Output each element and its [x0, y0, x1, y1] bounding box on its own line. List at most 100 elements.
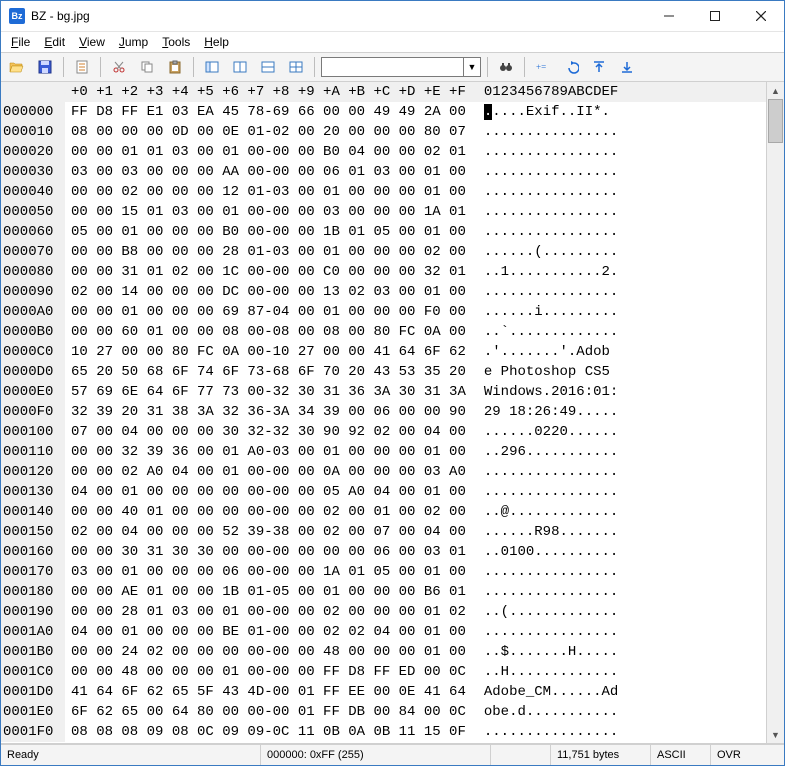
view-split-4-button[interactable]: [284, 55, 308, 79]
hex-ascii[interactable]: ......R98.......: [466, 522, 618, 542]
hex-ascii[interactable]: Windows.2016:01:: [466, 382, 618, 402]
menu-edit[interactable]: Edit: [38, 34, 71, 50]
hex-row[interactable]: 0001E06F 62 65 00 64 80 00 00-00 01 FF D…: [1, 702, 766, 722]
hex-row[interactable]: 0001C000 00 48 00 00 00 01 00-00 00 FF D…: [1, 662, 766, 682]
save-button[interactable]: [33, 55, 57, 79]
hex-ascii[interactable]: ................: [466, 462, 618, 482]
hex-ascii[interactable]: ................: [466, 482, 618, 502]
hex-bytes[interactable]: 00 00 28 01 03 00 01 00-00 00 02 00 00 0…: [65, 602, 466, 622]
hex-bytes[interactable]: 05 00 01 00 00 00 B0 00-00 00 1B 01 05 0…: [65, 222, 466, 242]
hex-row[interactable]: 00012000 00 02 A0 04 00 01 00-00 00 0A 0…: [1, 462, 766, 482]
hex-bytes[interactable]: 00 00 31 01 02 00 1C 00-00 00 C0 00 00 0…: [65, 262, 466, 282]
hex-ascii[interactable]: ..296...........: [466, 442, 618, 462]
hex-view[interactable]: +0 +1 +2 +3 +4 +5 +6 +7 +8 +9 +A +B +C +…: [1, 82, 766, 743]
hex-row[interactable]: 0000D065 20 50 68 6F 74 6F 73-68 6F 70 2…: [1, 362, 766, 382]
hex-bytes[interactable]: 41 64 6F 62 65 5F 43 4D-00 01 FF EE 00 0…: [65, 682, 466, 702]
jump-up-button[interactable]: [587, 55, 611, 79]
vertical-scrollbar[interactable]: ▲ ▼: [766, 82, 784, 743]
hex-row[interactable]: 00010007 00 04 00 00 00 30 32-32 30 90 9…: [1, 422, 766, 442]
hex-bytes[interactable]: 57 69 6E 64 6F 77 73 00-32 30 31 36 3A 3…: [65, 382, 466, 402]
hex-ascii[interactable]: ..$.......H.....: [466, 642, 618, 662]
chevron-down-icon[interactable]: ▼: [463, 58, 480, 76]
hex-ascii[interactable]: ................: [466, 142, 618, 162]
hex-bytes[interactable]: 00 00 02 A0 04 00 01 00-00 00 0A 00 00 0…: [65, 462, 466, 482]
hex-bytes[interactable]: 03 00 03 00 00 00 AA 00-00 00 06 01 03 0…: [65, 162, 466, 182]
hex-bytes[interactable]: 65 20 50 68 6F 74 6F 73-68 6F 70 20 43 5…: [65, 362, 466, 382]
jump-down-button[interactable]: [615, 55, 639, 79]
hex-row[interactable]: 00005000 00 15 01 03 00 01 00-00 00 03 0…: [1, 202, 766, 222]
hex-bytes[interactable]: 00 00 AE 01 00 00 1B 01-05 00 01 00 00 0…: [65, 582, 466, 602]
hex-bytes[interactable]: 00 00 01 01 03 00 01 00-00 00 B0 04 00 0…: [65, 142, 466, 162]
hex-row[interactable]: 0000C010 27 00 00 80 FC 0A 00-10 27 00 0…: [1, 342, 766, 362]
hex-ascii[interactable]: ..0100..........: [466, 542, 618, 562]
hex-ascii[interactable]: obe.d...........: [466, 702, 618, 722]
hex-row[interactable]: 0000A000 00 01 00 00 00 69 87-04 00 01 0…: [1, 302, 766, 322]
hex-bytes[interactable]: 00 00 48 00 00 00 01 00-00 00 FF D8 FF E…: [65, 662, 466, 682]
menu-tools[interactable]: Tools: [156, 34, 196, 50]
hex-ascii[interactable]: ................: [466, 202, 618, 222]
hex-ascii[interactable]: ..1...........2.: [466, 262, 618, 282]
hex-ascii[interactable]: ................: [466, 562, 618, 582]
hex-bytes[interactable]: FF D8 FF E1 03 EA 45 78-69 66 00 00 49 4…: [65, 102, 466, 122]
view-split-h-button[interactable]: [256, 55, 280, 79]
hex-bytes[interactable]: 00 00 02 00 00 00 12 01-03 00 01 00 00 0…: [65, 182, 466, 202]
hex-bytes[interactable]: 03 00 01 00 00 00 06 00-00 00 1A 01 05 0…: [65, 562, 466, 582]
hex-row[interactable]: 0001D041 64 6F 62 65 5F 43 4D-00 01 FF E…: [1, 682, 766, 702]
open-button[interactable]: [5, 55, 29, 79]
cut-button[interactable]: [107, 55, 131, 79]
menu-help[interactable]: Help: [198, 34, 235, 50]
paste-button[interactable]: [163, 55, 187, 79]
hex-row[interactable]: 0001A004 00 01 00 00 00 BE 01-00 00 02 0…: [1, 622, 766, 642]
hex-row[interactable]: 0000E057 69 6E 64 6F 77 73 00-32 30 31 3…: [1, 382, 766, 402]
close-button[interactable]: [738, 1, 784, 31]
hex-bytes[interactable]: 00 00 01 00 00 00 69 87-04 00 01 00 00 0…: [65, 302, 466, 322]
hex-row[interactable]: 00009002 00 14 00 00 00 DC 00-00 00 13 0…: [1, 282, 766, 302]
scroll-up-button[interactable]: ▲: [767, 82, 784, 99]
hex-ascii[interactable]: ..@.............: [466, 502, 618, 522]
hex-bytes[interactable]: 00 00 30 31 30 30 00 00-00 00 00 00 06 0…: [65, 542, 466, 562]
hex-row[interactable]: 00019000 00 28 01 03 00 01 00-00 00 02 0…: [1, 602, 766, 622]
hex-bytes[interactable]: 32 39 20 31 38 3A 32 36-3A 34 39 00 06 0…: [65, 402, 466, 422]
hex-row[interactable]: 00003003 00 03 00 00 00 AA 00-00 00 06 0…: [1, 162, 766, 182]
hex-bytes[interactable]: 00 00 40 01 00 00 00 00-00 00 02 00 01 0…: [65, 502, 466, 522]
hex-row[interactable]: 00008000 00 31 01 02 00 1C 00-00 00 C0 0…: [1, 262, 766, 282]
hex-row[interactable]: 00015002 00 04 00 00 00 52 39-38 00 02 0…: [1, 522, 766, 542]
hex-row[interactable]: 00001008 00 00 00 0D 00 0E 01-02 00 20 0…: [1, 122, 766, 142]
hex-ascii[interactable]: ................: [466, 182, 618, 202]
hex-bytes[interactable]: 04 00 01 00 00 00 BE 01-00 00 02 02 04 0…: [65, 622, 466, 642]
copy-button[interactable]: [135, 55, 159, 79]
properties-button[interactable]: [70, 55, 94, 79]
hex-row[interactable]: 00007000 00 B8 00 00 00 28 01-03 00 01 0…: [1, 242, 766, 262]
hex-ascii[interactable]: e Photoshop CS5: [466, 362, 618, 382]
hex-bytes[interactable]: 07 00 04 00 00 00 30 32-32 30 90 92 02 0…: [65, 422, 466, 442]
hex-row[interactable]: 0001B000 00 24 02 00 00 00 00-00 00 48 0…: [1, 642, 766, 662]
hex-bytes[interactable]: 08 00 00 00 0D 00 0E 01-02 00 20 00 00 0…: [65, 122, 466, 142]
hex-ascii[interactable]: ................: [466, 222, 618, 242]
hex-bytes[interactable]: 02 00 14 00 00 00 DC 00-00 00 13 02 03 0…: [65, 282, 466, 302]
hex-row[interactable]: 0001F008 08 08 09 08 0C 09 09-0C 11 0B 0…: [1, 722, 766, 742]
hex-ascii[interactable]: ..H.............: [466, 662, 618, 682]
menu-view[interactable]: View: [73, 34, 111, 50]
hex-row[interactable]: 00016000 00 30 31 30 30 00 00-00 00 00 0…: [1, 542, 766, 562]
hex-ascii[interactable]: ................: [466, 122, 618, 142]
hex-ascii[interactable]: ................: [466, 582, 618, 602]
hex-bytes[interactable]: 00 00 B8 00 00 00 28 01-03 00 01 00 00 0…: [65, 242, 466, 262]
hex-row[interactable]: 00006005 00 01 00 00 00 B0 00-00 00 1B 0…: [1, 222, 766, 242]
hex-bytes[interactable]: 00 00 32 39 36 00 01 A0-03 00 01 00 00 0…: [65, 442, 466, 462]
menu-jump[interactable]: Jump: [113, 34, 154, 50]
hex-row[interactable]: 00018000 00 AE 01 00 00 1B 01-05 00 01 0…: [1, 582, 766, 602]
jump-to-button[interactable]: +=: [531, 55, 555, 79]
hex-bytes[interactable]: 00 00 15 01 03 00 01 00-00 00 03 00 00 0…: [65, 202, 466, 222]
find-button[interactable]: [494, 55, 518, 79]
view-split-v-button[interactable]: [228, 55, 252, 79]
hex-row[interactable]: 00011000 00 32 39 36 00 01 A0-03 00 01 0…: [1, 442, 766, 462]
hex-ascii[interactable]: 29 18:26:49.....: [466, 402, 618, 422]
hex-ascii[interactable]: ......i.........: [466, 302, 618, 322]
view-single-button[interactable]: [200, 55, 224, 79]
hex-row[interactable]: 00014000 00 40 01 00 00 00 00-00 00 02 0…: [1, 502, 766, 522]
hex-ascii[interactable]: ................: [466, 622, 618, 642]
hex-bytes[interactable]: 10 27 00 00 80 FC 0A 00-10 27 00 00 41 6…: [65, 342, 466, 362]
hex-row[interactable]: 00002000 00 01 01 03 00 01 00-00 00 B0 0…: [1, 142, 766, 162]
hex-row[interactable]: 00017003 00 01 00 00 00 06 00-00 00 1A 0…: [1, 562, 766, 582]
undo-jump-button[interactable]: [559, 55, 583, 79]
